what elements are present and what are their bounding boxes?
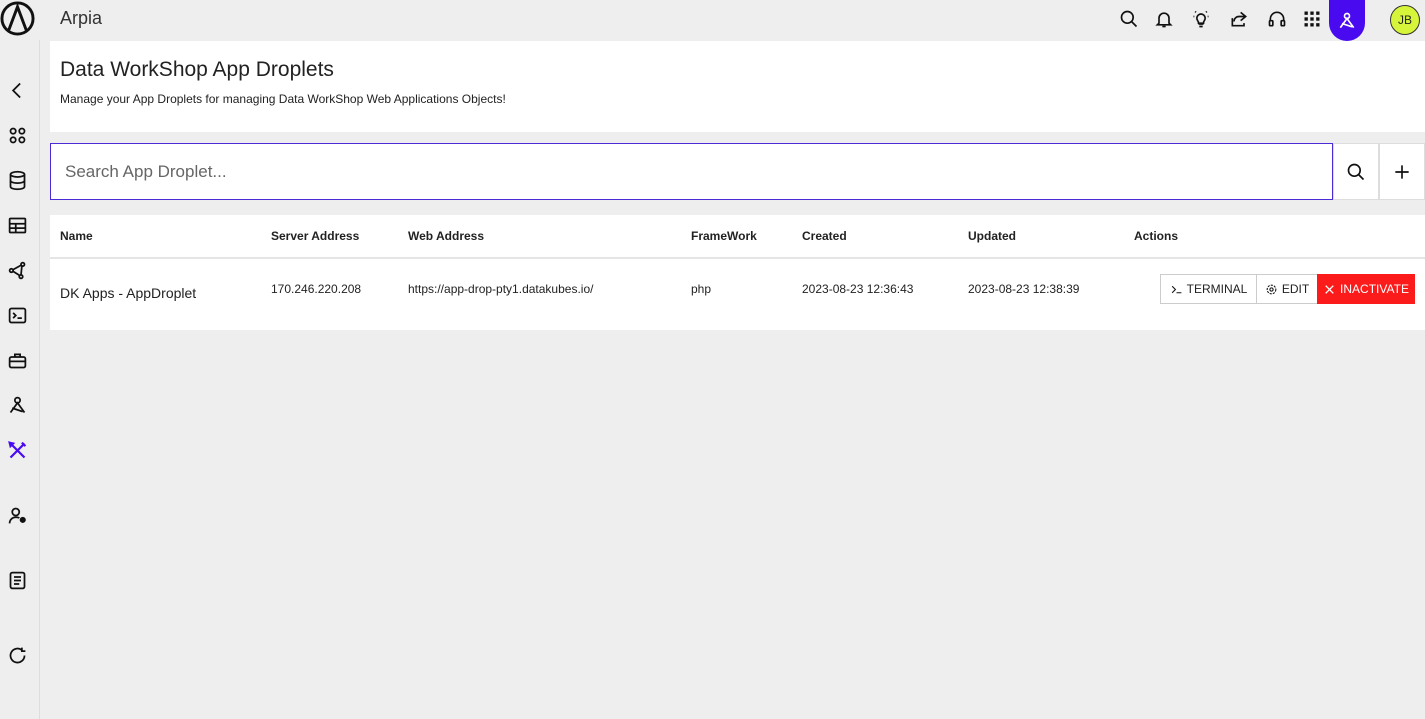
search-bar	[50, 143, 1425, 200]
graph-nodes-icon[interactable]	[5, 258, 29, 282]
bell-icon[interactable]	[1153, 8, 1175, 30]
column-header-name: Name	[60, 229, 93, 243]
search-icon	[1347, 163, 1365, 180]
page-subtitle: Manage your App Droplets for managing Da…	[60, 92, 506, 106]
edit-button[interactable]: EDIT	[1256, 274, 1318, 304]
table-icon[interactable]	[5, 213, 29, 237]
refresh-icon[interactable]	[5, 643, 29, 667]
column-header-framework: FrameWork	[691, 229, 757, 243]
cell-updated: 2023-08-23 12:38:39	[968, 282, 1080, 296]
terminal-button[interactable]: TERMINAL	[1160, 274, 1257, 304]
column-header-actions: Actions	[1134, 229, 1179, 243]
plus-icon	[1395, 164, 1409, 179]
gear-icon	[1266, 284, 1277, 294]
app-title: Arpia	[60, 8, 103, 28]
agent-icon	[1339, 12, 1355, 28]
search-icon[interactable]	[1118, 8, 1140, 30]
terminal-icon[interactable]	[5, 303, 29, 327]
arpia-logo-icon[interactable]	[0, 1, 35, 36]
search-input[interactable]	[50, 143, 1333, 200]
add-droplet-button[interactable]	[1379, 143, 1425, 200]
cell-name: DK Apps - AppDroplet	[60, 285, 197, 301]
terminal-button-label: TERMINAL	[1186, 282, 1248, 296]
avatar[interactable]: JB	[1390, 5, 1420, 35]
search-button[interactable]	[1333, 143, 1379, 200]
page-title: Data WorkShop App Droplets	[60, 58, 334, 81]
headset-icon[interactable]	[1266, 8, 1288, 30]
lightbulb-icon[interactable]	[1190, 8, 1212, 30]
apps-grid-icon[interactable]	[1301, 8, 1323, 30]
droplets-table: Name Server Address Web Address FrameWor…	[50, 215, 1425, 330]
agent-icon[interactable]	[5, 393, 29, 417]
edit-button-label: EDIT	[1281, 282, 1310, 296]
apps-icon[interactable]	[5, 123, 29, 147]
page-header: Data WorkShop App Droplets Manage your A…	[50, 41, 1425, 132]
cell-created: 2023-08-23 12:36:43	[802, 282, 914, 296]
top-bar: Arpia JB	[0, 0, 1425, 41]
inactivate-button-label: INACTIVATE	[1340, 282, 1409, 296]
column-header-web-address: Web Address	[408, 229, 485, 243]
back-arrow-icon[interactable]	[5, 78, 29, 102]
column-header-created: Created	[802, 229, 847, 243]
tools-icon[interactable]	[5, 438, 29, 462]
agent-button[interactable]	[1329, 0, 1365, 41]
book-icon[interactable]	[5, 568, 29, 592]
close-icon	[1325, 284, 1334, 294]
column-header-updated: Updated	[968, 229, 1016, 243]
terminal-icon	[1171, 285, 1182, 293]
inactivate-button[interactable]: INACTIVATE	[1317, 274, 1415, 304]
cell-server-address: 170.246.220.208	[271, 282, 362, 296]
sidebar	[0, 40, 40, 719]
cell-framework: php	[691, 282, 712, 296]
user-settings-icon[interactable]	[5, 503, 29, 527]
column-header-server-address: Server Address	[271, 229, 360, 243]
toolbox-icon[interactable]	[5, 348, 29, 372]
database-icon[interactable]	[5, 168, 29, 192]
header-divider	[50, 257, 1425, 259]
share-icon[interactable]	[1228, 8, 1250, 30]
cell-web-address: https://app-drop-pty1.datakubes.io/	[408, 282, 594, 296]
